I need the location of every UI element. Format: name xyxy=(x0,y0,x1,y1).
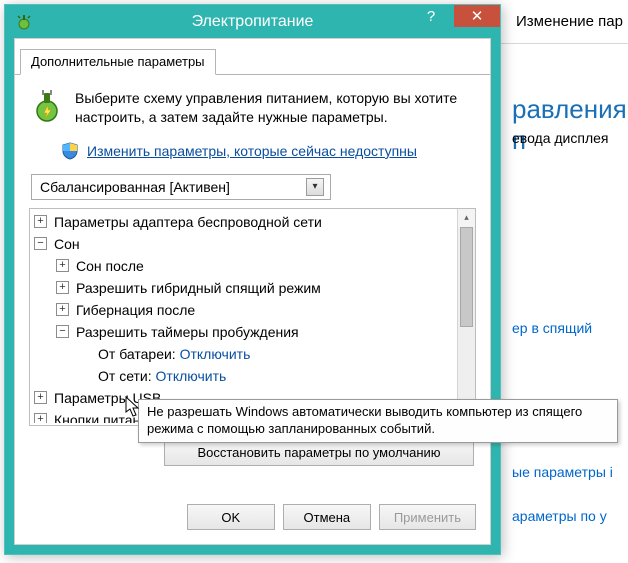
collapse-icon[interactable]: − xyxy=(34,237,47,250)
settings-tree: + Параметры адаптера беспроводной сети −… xyxy=(29,208,476,426)
apply-label: Применить xyxy=(394,510,461,525)
setting-tooltip: Не разрешать Windows автоматически вывод… xyxy=(138,399,618,443)
collapse-icon[interactable]: − xyxy=(56,325,69,338)
parent-link-2[interactable]: ые параметры і xyxy=(512,464,613,480)
node-label: Сон после xyxy=(76,255,144,277)
scheme-selected-value: Сбалансированная [Активен] xyxy=(40,179,230,195)
tab-advanced-settings[interactable]: Дополнительные параметры xyxy=(20,49,216,75)
expand-icon[interactable]: + xyxy=(56,281,69,294)
scroll-up-icon[interactable]: ▴ xyxy=(458,209,475,227)
chevron-down-icon: ▾ xyxy=(306,178,324,196)
help-icon: ? xyxy=(427,8,435,25)
tree-node-wake-timers[interactable]: − Разрешить таймеры пробуждения xyxy=(34,321,455,343)
parent-title-fragment: Изменение пар xyxy=(516,13,623,30)
intro-row: Выберите схему управления питанием, кото… xyxy=(29,89,476,127)
tree-node-hybrid-sleep[interactable]: + Разрешить гибридный спящий режим xyxy=(34,277,455,299)
node-label: Кнопки питан xyxy=(54,409,140,423)
dialog-buttons: OK Отмена Применить xyxy=(187,504,476,530)
client-area: Дополнительные параметры Выберите схему … xyxy=(14,38,491,545)
expand-icon[interactable]: + xyxy=(56,303,69,316)
tree-node-wireless[interactable]: + Параметры адаптера беспроводной сети xyxy=(34,211,455,233)
tree-node-sleep[interactable]: − Сон xyxy=(34,233,455,255)
ok-label: OK xyxy=(221,510,240,525)
tab-label: Дополнительные параметры xyxy=(31,54,205,69)
setting-label: От сети: xyxy=(98,365,152,387)
setting-value-battery[interactable]: Отключить xyxy=(180,343,251,365)
node-label: Сон xyxy=(54,233,80,255)
parent-link-3[interactable]: араметры по у xyxy=(512,508,607,524)
parent-titlebar: Изменение пар xyxy=(500,0,628,44)
apply-button: Применить xyxy=(379,504,476,530)
close-icon: ✕ xyxy=(471,7,484,25)
tree-node-plugged[interactable]: От сети: Отключить xyxy=(34,365,455,387)
expand-icon[interactable]: + xyxy=(34,215,47,228)
intro-text: Выберите схему управления питанием, кото… xyxy=(75,89,476,127)
tree-scrollbar[interactable]: ▴ ▾ xyxy=(457,209,475,425)
tree-node-battery[interactable]: От батареи: Отключить xyxy=(34,343,455,365)
power-options-dialog: Электропитание ? ✕ Дополнительные параме… xyxy=(4,4,501,555)
restore-row: Восстановить параметры по умолчанию xyxy=(29,440,474,466)
spacer xyxy=(78,347,91,360)
restore-defaults-button[interactable]: Восстановить параметры по умолчанию xyxy=(164,440,474,466)
power-plan-icon xyxy=(29,89,65,125)
change-unavailable-settings-link[interactable]: Изменить параметры, которые сейчас недос… xyxy=(87,143,417,159)
setting-value-plugged[interactable]: Отключить xyxy=(156,365,227,387)
tab-strip: Дополнительные параметры xyxy=(15,49,490,75)
tree-node-hibernate-after[interactable]: + Гибернация после xyxy=(34,299,455,321)
node-label: Разрешить таймеры пробуждения xyxy=(76,321,299,343)
expand-icon[interactable]: + xyxy=(34,391,47,404)
node-label: Гибернация после xyxy=(76,299,195,321)
titlebar[interactable]: Электропитание ? ✕ xyxy=(5,5,500,38)
node-label: Разрешить гибридный спящий режим xyxy=(76,277,321,299)
power-scheme-select[interactable]: Сбалансированная [Активен] ▾ xyxy=(31,174,331,200)
shield-icon xyxy=(61,142,79,160)
setting-label: От батареи: xyxy=(98,343,176,365)
close-button[interactable]: ✕ xyxy=(454,5,500,27)
help-button[interactable]: ? xyxy=(408,5,454,27)
cancel-button[interactable]: Отмена xyxy=(283,504,371,530)
node-label: Параметры адаптера беспроводной сети xyxy=(54,211,322,233)
expand-icon[interactable]: + xyxy=(34,413,47,423)
ok-button[interactable]: OK xyxy=(187,504,275,530)
scroll-thumb[interactable] xyxy=(460,227,473,327)
spacer xyxy=(78,369,91,382)
parent-text-fragment: евода дисплея xyxy=(512,130,609,146)
shield-link-row: Изменить параметры, которые сейчас недос… xyxy=(61,142,476,160)
tooltip-text: Не разрешать Windows автоматически вывод… xyxy=(147,404,582,436)
tree-node-sleep-after[interactable]: + Сон после xyxy=(34,255,455,277)
parent-heading-fragment: равления п xyxy=(512,94,628,156)
restore-label: Восстановить параметры по умолчанию xyxy=(197,445,440,460)
expand-icon[interactable]: + xyxy=(56,259,69,272)
tree-body: + Параметры адаптера беспроводной сети −… xyxy=(34,211,455,423)
parent-link-1[interactable]: ер в спящий xyxy=(512,320,592,336)
cancel-label: Отмена xyxy=(304,510,351,525)
